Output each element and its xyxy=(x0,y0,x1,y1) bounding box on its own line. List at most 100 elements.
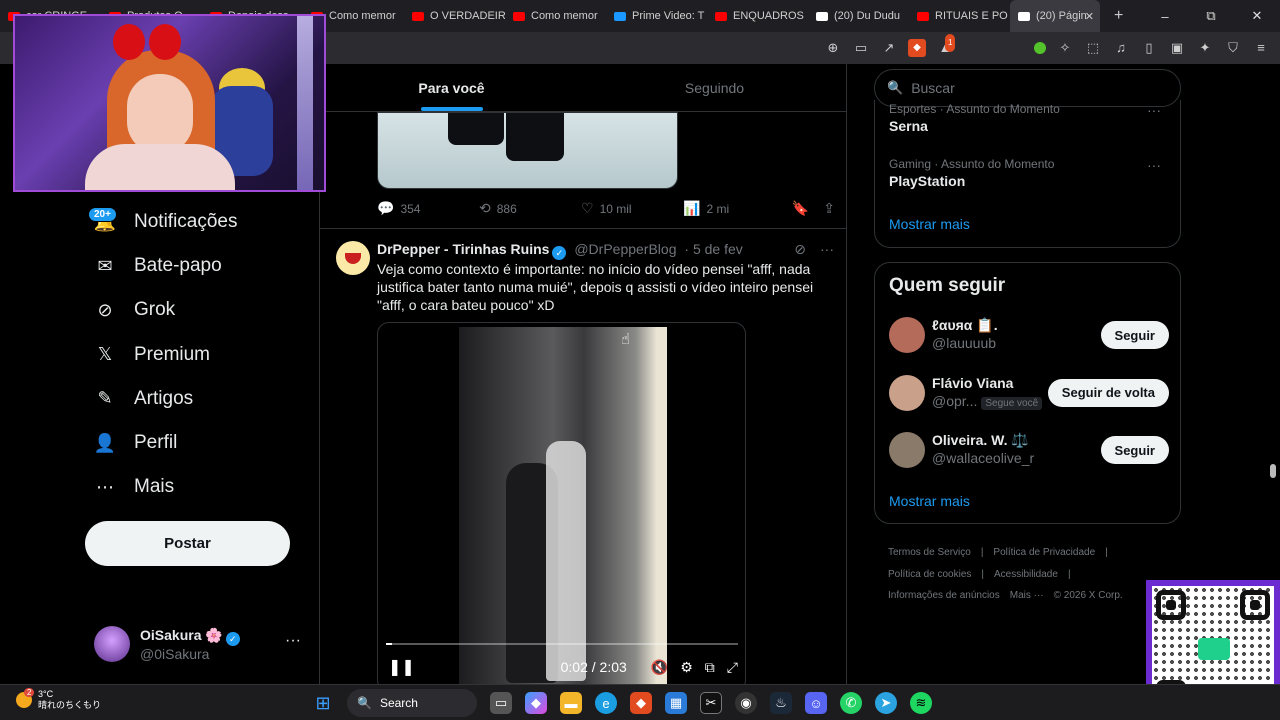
share-icon[interactable]: ⇪ xyxy=(823,200,835,217)
capcut-icon[interactable]: ✂ xyxy=(700,692,722,714)
nav-item-artigos[interactable]: ✎ Artigos xyxy=(84,377,314,421)
who-to-follow-item[interactable]: Flávio Viana @opr... Segue você Seguir de v… xyxy=(889,371,1169,415)
trend-more-icon[interactable]: ··· xyxy=(1147,102,1161,118)
repost-action[interactable]: ⟲ 886 xyxy=(479,200,581,217)
trend-item[interactable]: Gaming · Assunto do Momento PlayStation … xyxy=(889,157,1169,189)
video-player[interactable]: ❚❚ 0:02 / 2:03 🔇 ⚙ ⧉ ⤢ xyxy=(377,322,746,684)
task-view-icon[interactable]: ▭ xyxy=(490,692,512,714)
telegram-icon[interactable]: ➤ xyxy=(875,692,897,714)
share-icon[interactable]: ↗ xyxy=(880,39,898,57)
music-icon[interactable]: ♫ xyxy=(1112,39,1130,57)
grok-icon[interactable]: ⊘ xyxy=(794,241,806,258)
tab-close-icon[interactable]: ✕ xyxy=(1085,10,1094,23)
close-window-button[interactable]: ✕ xyxy=(1234,8,1280,24)
footer-link[interactable]: © 2026 X Corp. xyxy=(1054,590,1123,601)
nav-item-perfil[interactable]: 👤 Perfil xyxy=(84,421,314,465)
brave-shield-icon[interactable]: ◆ xyxy=(908,39,926,57)
account-more-icon[interactable]: ··· xyxy=(285,632,301,650)
browser-tab[interactable]: (20) Du Dudu xyxy=(808,0,909,32)
video-progress-bar[interactable] xyxy=(386,643,738,645)
nav-item-premium[interactable]: 𝕏 Premium xyxy=(84,333,314,377)
rewards-icon[interactable]: ▲1 xyxy=(936,34,956,57)
page-scrollbar[interactable] xyxy=(1270,464,1276,478)
windows-start-icon[interactable]: ⊞ xyxy=(312,692,334,714)
mute-icon[interactable]: 🔇 xyxy=(651,659,668,676)
wallet-icon[interactable]: ▣ xyxy=(1168,39,1186,57)
follow-name[interactable]: ℓαυяα 📋. xyxy=(932,317,998,334)
discord-icon[interactable]: ☺ xyxy=(805,692,827,714)
maximize-button[interactable]: ⧉ xyxy=(1188,8,1234,24)
spotify-icon[interactable]: ≋ xyxy=(910,692,932,714)
qr-finder xyxy=(1156,590,1186,620)
like-action[interactable]: ♡ 10 mil xyxy=(581,200,683,217)
copilot-icon[interactable]: ◆ xyxy=(525,692,547,714)
tweet-more-icon[interactable]: ··· xyxy=(820,241,834,258)
footer-link[interactable]: Política de cookies xyxy=(888,569,971,580)
sidebar-icon[interactable]: ▯ xyxy=(1140,39,1158,57)
new-tab-button[interactable]: + xyxy=(1114,7,1123,25)
follow-show-more-link[interactable]: Mostrar mais xyxy=(889,493,970,509)
tab-para-voce[interactable]: Para você xyxy=(320,64,583,111)
brave-icon[interactable]: ◆ xyxy=(630,692,652,714)
follow-button[interactable]: Seguir de volta xyxy=(1047,378,1169,407)
footer-link[interactable]: Informações de anúncios xyxy=(888,590,1000,601)
bookmark-icon[interactable]: 🔖 xyxy=(792,200,809,217)
steam-icon[interactable]: ♨ xyxy=(770,692,792,714)
screenshot-icon[interactable]: ⬚ xyxy=(1084,39,1102,57)
follow-name[interactable]: Oliveira. W. ⚖️ xyxy=(932,432,1029,449)
pip-icon[interactable]: ⧉ xyxy=(705,659,715,676)
vpn-icon[interactable]: ⛉ xyxy=(1224,39,1242,57)
footer-link[interactable]: Mais ··· xyxy=(1010,590,1044,601)
nav-item-batepapo[interactable]: ✉ Bate-papo xyxy=(84,244,314,288)
pause-icon[interactable]: ❚❚ xyxy=(388,657,415,677)
browser-tab[interactable]: Prime Video: T xyxy=(606,0,707,32)
tab-seguindo[interactable]: Seguindo xyxy=(583,64,846,111)
reply-action[interactable]: 💬 354 xyxy=(377,200,479,217)
trend-more-icon[interactable]: ··· xyxy=(1147,157,1161,173)
extensions-icon[interactable]: ✧ xyxy=(1056,39,1074,57)
obs-icon[interactable]: ◉ xyxy=(735,692,757,714)
weather-widget[interactable]: 2 3°C 晴れのちくもり xyxy=(16,688,101,711)
taskbar-search[interactable]: 🔍 Search xyxy=(347,689,477,717)
trends-show-more-link[interactable]: Mostrar mais xyxy=(889,216,970,232)
ai-icon[interactable]: ✦ xyxy=(1196,39,1214,57)
follow-button[interactable]: Seguir xyxy=(1100,436,1169,464)
browser-tab[interactable]: ENQUADROS xyxy=(707,0,808,32)
avatar[interactable] xyxy=(889,317,925,353)
whatsapp-icon[interactable]: ✆ xyxy=(840,692,862,714)
tweet-date[interactable]: · 5 de fev xyxy=(684,241,742,257)
settings-icon[interactable]: ⚙ xyxy=(680,659,693,676)
browser-tab[interactable]: Como memor xyxy=(505,0,606,32)
minimize-button[interactable]: – xyxy=(1142,9,1188,24)
browser-tab-active[interactable]: (20) Págin ✕ xyxy=(1010,0,1100,32)
post-button[interactable]: Postar xyxy=(85,521,290,566)
browser-tab[interactable]: RITUAIS E PO xyxy=(909,0,1010,32)
who-to-follow-item[interactable]: ℓαυяα 📋. @lauuuub Seguir xyxy=(889,313,1169,357)
follow-button[interactable]: Seguir xyxy=(1100,321,1169,349)
nav-item-mais[interactable]: ⋯ Mais xyxy=(84,465,314,509)
nav-item-grok[interactable]: ⊘ Grok xyxy=(84,288,314,332)
trend-item[interactable]: Esportes · Assunto do Momento Serna ··· xyxy=(889,102,1169,134)
fullscreen-icon[interactable]: ⤢ xyxy=(727,659,738,676)
footer-link[interactable]: Política de Privacidade xyxy=(993,547,1095,558)
edge-icon[interactable]: e xyxy=(595,692,617,714)
views-action[interactable]: 📊 2 mi xyxy=(683,200,785,217)
footer-link[interactable]: Termos de Serviço xyxy=(888,547,971,558)
tweet-avatar[interactable] xyxy=(336,241,370,275)
avatar[interactable] xyxy=(889,374,925,411)
file-explorer-icon[interactable]: ▬ xyxy=(560,692,582,714)
nav-item-notificaes[interactable]: 20+🔔Notificações xyxy=(84,200,314,244)
footer-link[interactable]: Acessibilidade xyxy=(994,569,1058,580)
zoom-icon[interactable]: ⊕ xyxy=(824,39,842,57)
who-to-follow-item[interactable]: Oliveira. W. ⚖️ @wallaceolive_r Seguir xyxy=(889,428,1169,472)
store-icon[interactable]: ▦ xyxy=(665,692,687,714)
account-switcher[interactable]: OiSakura 🌸 ✓ @0iSakura ··· xyxy=(94,622,309,666)
browser-tab[interactable]: O VERDADEIR xyxy=(404,0,505,32)
menu-icon[interactable]: ≡ xyxy=(1252,39,1270,57)
previous-tweet-media[interactable] xyxy=(377,112,678,189)
tweet-author-handle[interactable]: @DrPepperBlog xyxy=(574,241,676,257)
cast-icon[interactable]: ▭ xyxy=(852,39,870,57)
follow-name[interactable]: Flávio Viana xyxy=(932,375,1013,391)
avatar[interactable] xyxy=(889,432,925,468)
tweet-author-name[interactable]: DrPepper - Tirinhas Ruins xyxy=(377,241,549,257)
